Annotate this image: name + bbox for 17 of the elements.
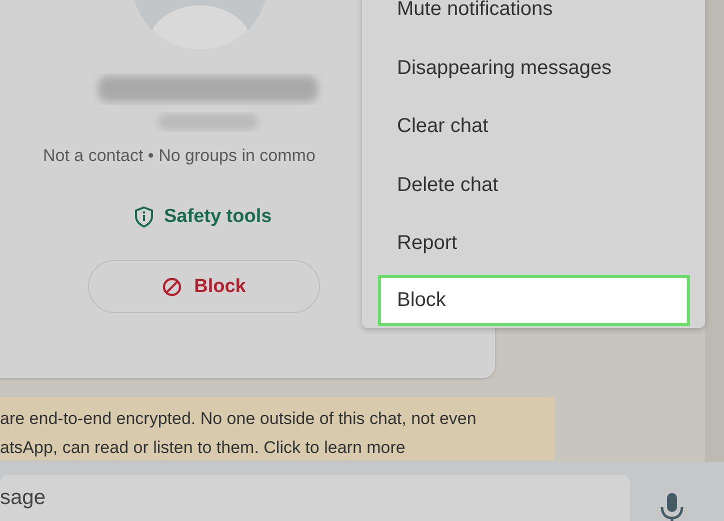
notice-text: atsApp, can read or listen to them. Click to learn more	[0, 437, 406, 459]
menu-item[interactable]: Delete chat	[362, 156, 705, 214]
notice-text: are end-to-end encrypted. No one outside of this chat, not even	[0, 408, 478, 430]
menu-item[interactable]: Clear chat	[362, 97, 705, 156]
microphone-icon[interactable]	[660, 492, 684, 521]
menu-item[interactable]: Mute notifications	[362, 0, 705, 38]
encryption-notice[interactable]: are end-to-end encrypted. No one outside of this chat, not even atsApp, can read or listen to them. Click to learn more	[0, 397, 555, 460]
safety-tools-link[interactable]: Safety tools	[134, 206, 272, 228]
shield-icon	[134, 206, 154, 228]
menu-item[interactable]: Disappearing messages	[362, 38, 705, 97]
message-input[interactable]: sage	[0, 475, 630, 521]
menu-item[interactable]: Block	[378, 274, 690, 326]
contact-status: Not a contact • No groups in commo	[43, 146, 316, 166]
menu-item[interactable]: Report	[362, 214, 705, 272]
ban-icon	[162, 276, 182, 296]
block-button[interactable]: Block	[88, 260, 320, 313]
safety-tools-label: Safety tools	[164, 206, 272, 228]
